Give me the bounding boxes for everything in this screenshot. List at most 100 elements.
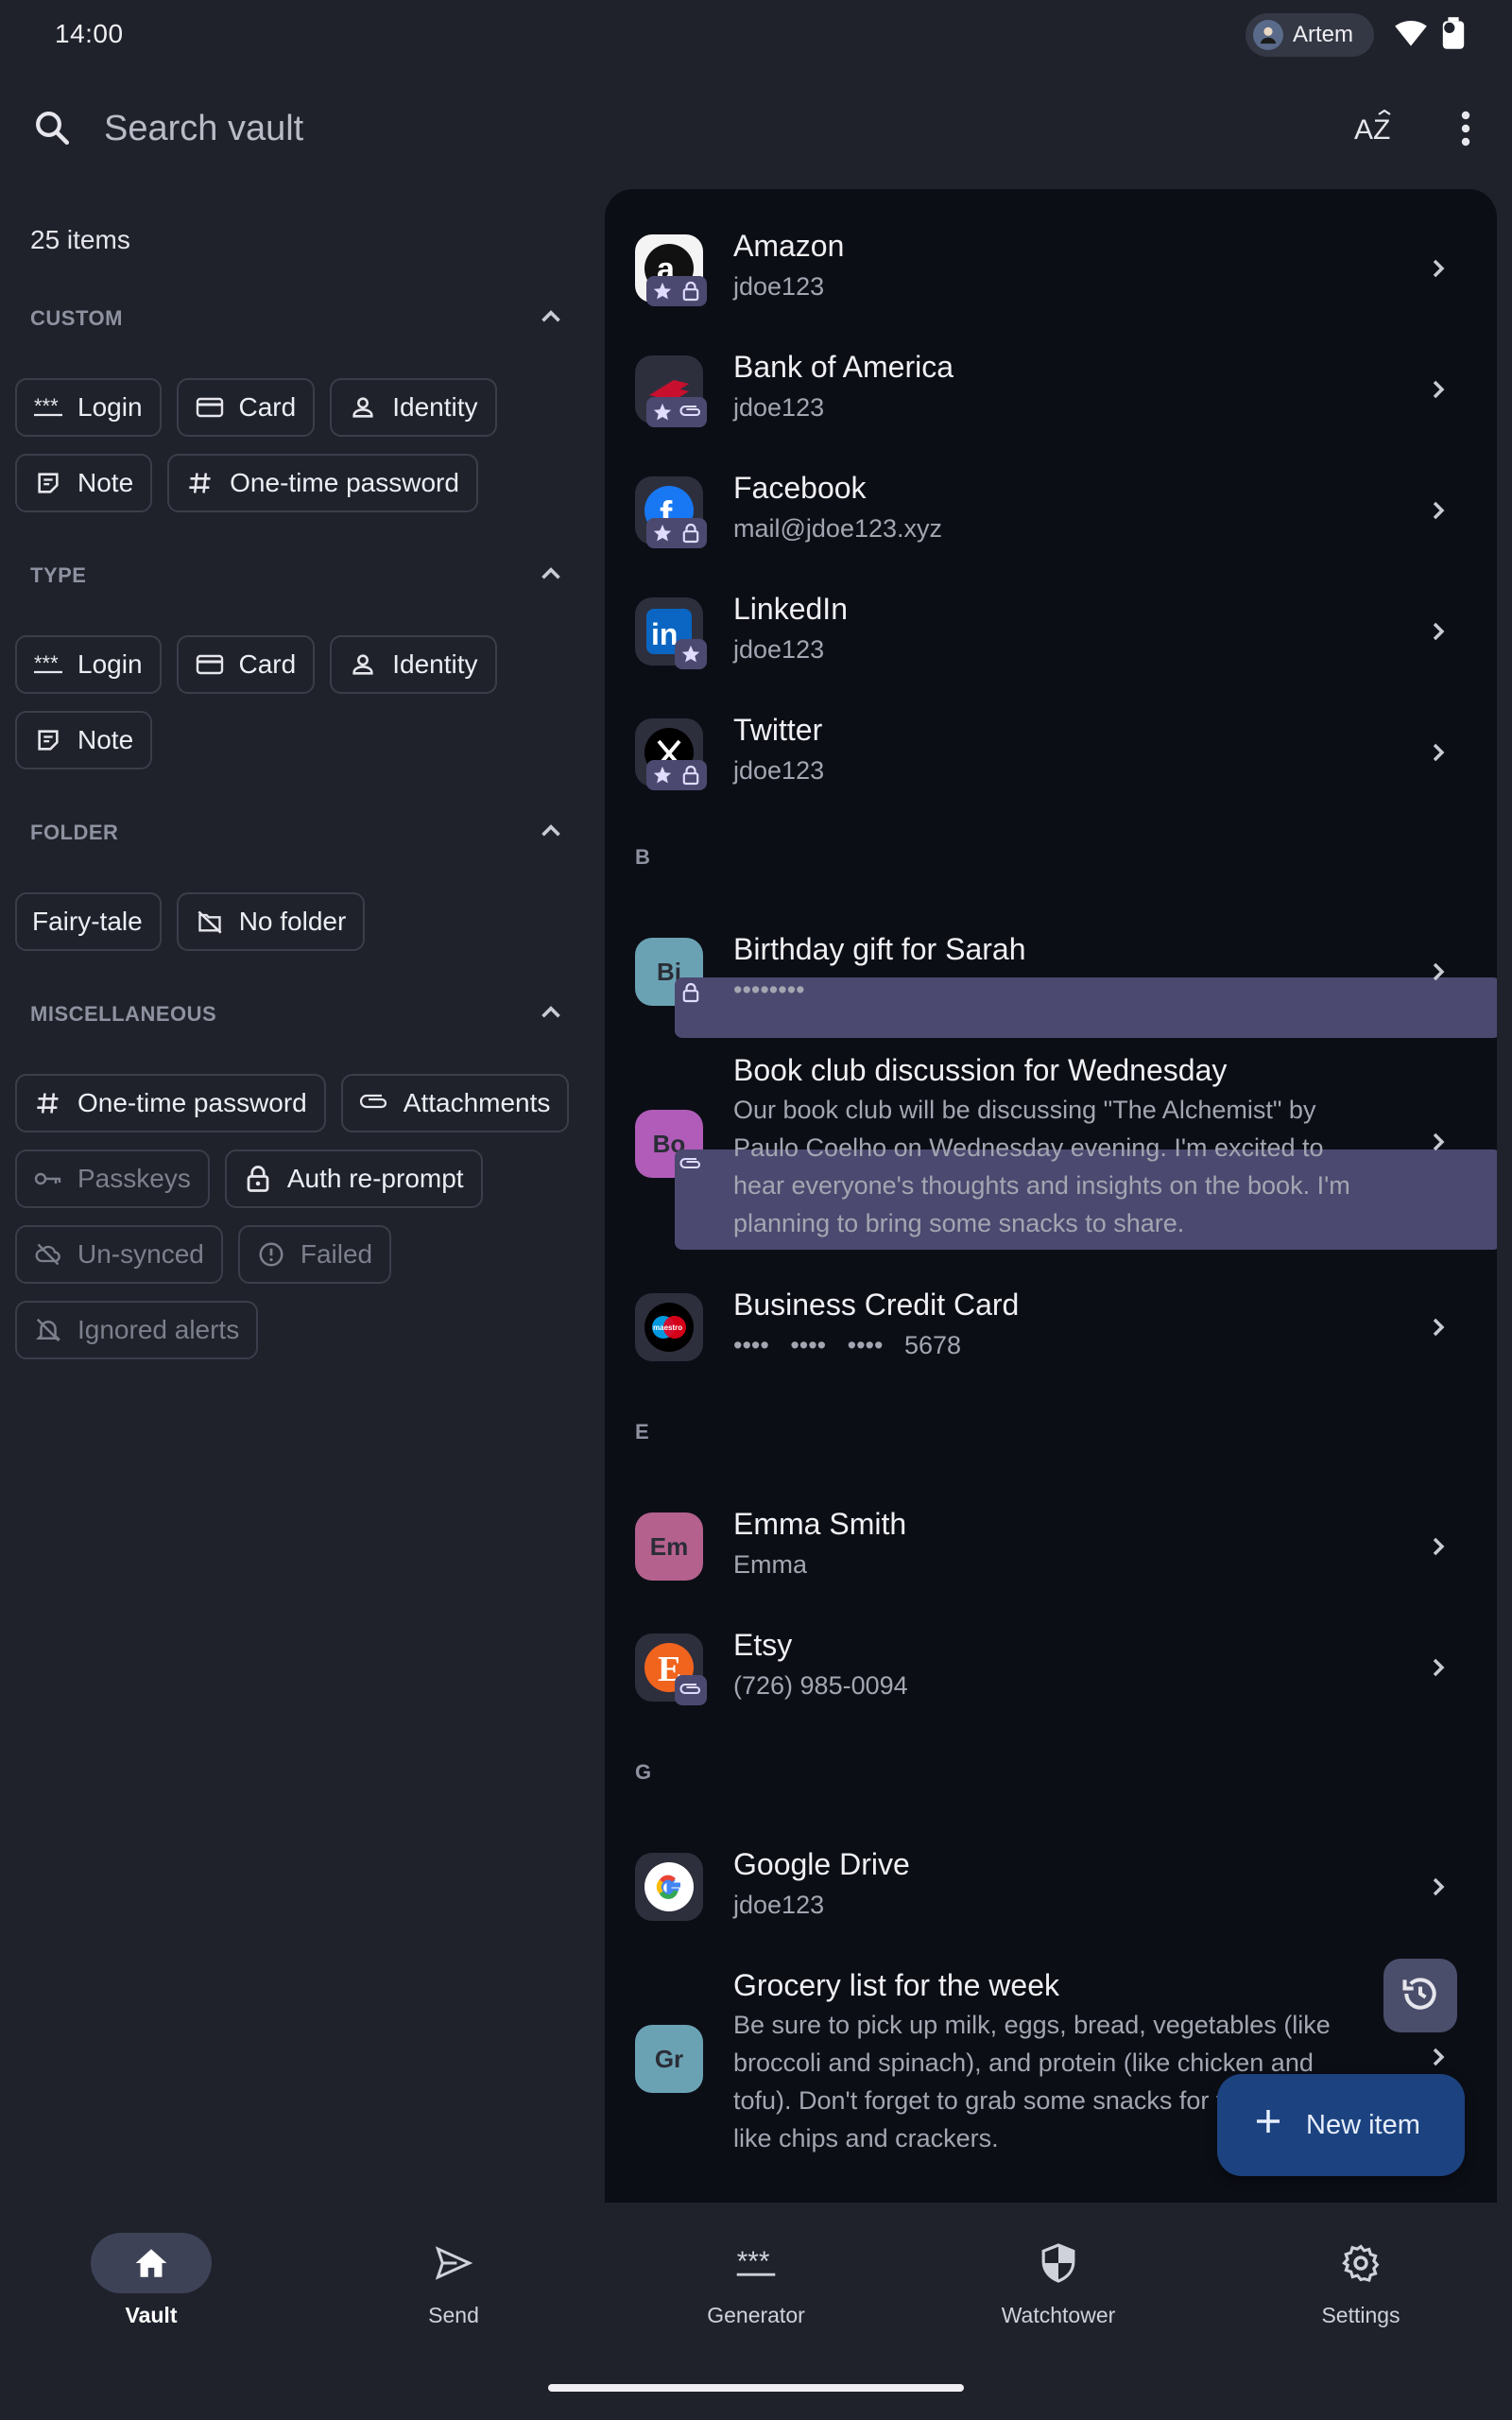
folder-off-icon — [194, 906, 226, 938]
note-icon — [32, 467, 64, 499]
facebook-logo: f — [635, 476, 707, 548]
item-subtitle: •••••••• — [733, 976, 805, 1004]
list-item-emma-smith[interactable]: Em Emma Smith Emma — [605, 1492, 1497, 1609]
section-title-folder: FOLDER — [30, 821, 119, 844]
item-subtitle: jdoe123 — [733, 635, 825, 664]
nav-vault[interactable]: Vault — [57, 2233, 246, 2328]
type-chip-note[interactable]: Note — [15, 711, 153, 769]
chip-label: Fairy-tale — [32, 907, 143, 936]
chip-label: Login — [77, 392, 143, 422]
send-icon — [393, 2233, 514, 2293]
list-item-facebook[interactable]: f Facebook mail@jdoe123.xyz — [605, 456, 1497, 573]
sort-az-button[interactable]: AZ — [1349, 102, 1400, 155]
misc-chip-otp[interactable]: One-time password — [15, 1074, 326, 1132]
items-count: 25 items — [30, 225, 130, 254]
lock-icon — [678, 520, 704, 546]
user-chip-name: Artem — [1293, 22, 1354, 47]
chevron-right-icon — [1423, 616, 1453, 651]
google-logo — [635, 1853, 703, 1921]
nav-generator[interactable]: *** Generator — [662, 2233, 850, 2328]
item-note-preview: Our book club will be discussing "The Al… — [733, 1096, 1350, 1237]
custom-chip-identity[interactable]: Identity — [330, 378, 497, 437]
login-dots-icon: *** — [32, 648, 64, 681]
status-bar: 14:00 Artem — [0, 0, 1512, 68]
list-item-book-club[interactable]: Bo Book club discussion for Wednesday Ou… — [605, 1038, 1497, 1250]
bell-off-icon — [32, 1314, 64, 1346]
item-title: Grocery list for the week — [733, 1968, 1059, 2002]
section-title-custom: CUSTOM — [30, 306, 123, 330]
folder-chip-fairy-tale[interactable]: Fairy-tale — [15, 892, 162, 951]
more-vert-icon[interactable] — [1448, 102, 1484, 155]
user-chip[interactable]: Artem — [1246, 13, 1374, 57]
collapse-custom-chevron-up-icon[interactable] — [535, 301, 567, 337]
list-item-amazon[interactable]: a Amazon jdoe123 — [605, 214, 1497, 331]
filter-pane: 25 items CUSTOM *** Login Card Identity … — [0, 189, 605, 2203]
custom-chip-group: *** Login Card Identity Note One-time pa… — [15, 378, 592, 512]
battery-icon — [1440, 17, 1467, 54]
list-item-linkedin[interactable]: in LinkedIn jdoe123 — [605, 577, 1497, 694]
list-item-birthday-gift[interactable]: Bi Birthday gift for Sarah •••••••• — [605, 917, 1497, 1038]
item-subtitle: jdoe123 — [733, 272, 825, 301]
misc-chip-attachments[interactable]: Attachments — [340, 1074, 570, 1132]
star-icon — [649, 278, 676, 304]
misc-chip-unsynced[interactable]: Un-synced — [15, 1225, 223, 1284]
chevron-right-icon — [1423, 1652, 1453, 1687]
chevron-right-icon — [1423, 374, 1453, 409]
item-badges — [646, 518, 707, 548]
item-badges — [675, 1675, 707, 1705]
linkedin-logo: in — [635, 597, 707, 669]
search-input[interactable] — [104, 102, 954, 155]
type-chip-card[interactable]: Card — [176, 635, 316, 694]
misc-chip-failed[interactable]: Failed — [237, 1225, 392, 1284]
lock-icon — [678, 979, 704, 1006]
vault-list[interactable]: a Amazon jdoe123 Bank of America jdoe123 — [605, 189, 1497, 2203]
lock-icon — [242, 1163, 274, 1195]
item-title: Amazon — [733, 229, 845, 263]
chip-label: Ignored alerts — [77, 1315, 240, 1344]
misc-chip-passkeys[interactable]: Passkeys — [15, 1150, 210, 1208]
chevron-right-icon — [1423, 957, 1453, 992]
collapse-misc-chevron-up-icon[interactable] — [535, 996, 567, 1033]
avatar: Em — [635, 1512, 703, 1581]
misc-chip-auth-reprompt[interactable]: Auth re-prompt — [224, 1150, 483, 1208]
folder-chip-group: Fairy-tale No folder — [15, 892, 592, 951]
type-chip-login[interactable]: *** Login — [15, 635, 162, 694]
maestro-card-logo: maestro — [635, 1293, 703, 1361]
collapse-type-chevron-up-icon[interactable] — [535, 558, 567, 595]
collapse-folder-chevron-up-icon[interactable] — [535, 815, 567, 852]
custom-chip-card[interactable]: Card — [176, 378, 316, 437]
star-icon — [649, 762, 676, 788]
key-icon — [32, 1163, 64, 1195]
type-chip-identity[interactable]: Identity — [330, 635, 497, 694]
list-item-business-credit-card[interactable]: maestro Business Credit Card •••• •••• •… — [605, 1272, 1497, 1390]
home-indicator[interactable] — [548, 2384, 964, 2392]
custom-chip-note[interactable]: Note — [15, 454, 153, 512]
nav-watchtower[interactable]: Watchtower — [964, 2233, 1153, 2328]
chevron-right-icon — [1423, 1127, 1453, 1162]
custom-chip-login[interactable]: *** Login — [15, 378, 162, 437]
note-icon — [32, 724, 64, 756]
search-icon[interactable] — [32, 108, 72, 152]
nav-send[interactable]: Send — [359, 2233, 548, 2328]
list-item-bank-of-america[interactable]: Bank of America jdoe123 — [605, 335, 1497, 452]
new-item-button[interactable]: New item — [1217, 2074, 1465, 2176]
list-item-twitter[interactable]: Twitter jdoe123 — [605, 698, 1497, 815]
section-letter-g: G — [635, 1760, 652, 1784]
item-badges — [646, 397, 707, 427]
plus-icon — [1253, 2106, 1283, 2144]
list-item-etsy[interactable]: E Etsy (726) 985-0094 — [605, 1613, 1497, 1730]
chevron-right-icon — [1423, 1531, 1453, 1566]
misc-chip-ignored-alerts[interactable]: Ignored alerts — [15, 1301, 259, 1359]
history-button[interactable] — [1383, 1959, 1457, 2032]
folder-chip-no-folder[interactable]: No folder — [176, 892, 366, 951]
lock-icon — [678, 278, 704, 304]
item-title: Bank of America — [733, 350, 954, 384]
chevron-right-icon — [1423, 737, 1453, 772]
paperclip-icon — [678, 399, 704, 425]
custom-chip-otp[interactable]: One-time password — [167, 454, 478, 512]
paperclip-icon — [678, 1677, 704, 1703]
list-item-google-drive[interactable]: Google Drive jdoe123 — [605, 1832, 1497, 1949]
chevron-right-icon — [1423, 495, 1453, 530]
item-subtitle: (726) 985-0094 — [733, 1671, 908, 1700]
nav-settings[interactable]: Settings — [1266, 2233, 1455, 2328]
